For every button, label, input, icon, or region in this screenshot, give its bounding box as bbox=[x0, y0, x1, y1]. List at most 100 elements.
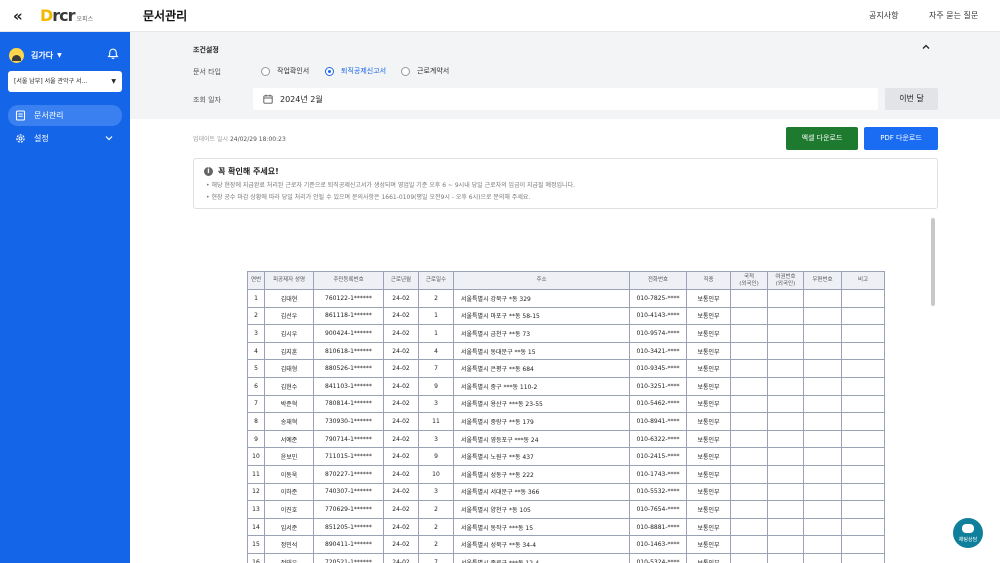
table-cell: 10 bbox=[418, 464, 454, 484]
user-menu[interactable]: 김가다 ▼ bbox=[9, 47, 119, 63]
bell-icon[interactable] bbox=[107, 48, 119, 60]
pdf-download-button[interactable]: PDF 다운로드 bbox=[864, 127, 938, 150]
notice-line: • 해당 현장에 지급완료 처리된 근로자 기준으로 퇴직공제신고서가 생성되며… bbox=[206, 182, 575, 189]
table-cell bbox=[767, 464, 804, 484]
radio-label: 작업확인서 bbox=[277, 67, 310, 75]
table-cell: 이동욱 bbox=[264, 464, 314, 484]
table-cell: 730930-1****** bbox=[313, 412, 384, 431]
table-cell bbox=[730, 341, 768, 361]
table-cell: 12 bbox=[247, 482, 265, 502]
table-row: 1 김대현 760122-1****** 24-02 2 서울특별시 강북구 *동 329… bbox=[247, 289, 885, 308]
table-cell: 김지훈 bbox=[264, 341, 314, 361]
table-cell: 24-02 bbox=[383, 341, 419, 361]
page-title: 문서관리 bbox=[143, 9, 188, 23]
table-cell: 890411-1****** bbox=[313, 535, 384, 554]
table-cell: 24-02 bbox=[383, 359, 419, 378]
excel-download-button[interactable]: 엑셀 다운로드 bbox=[786, 127, 858, 150]
table-cell: 810618-1****** bbox=[313, 341, 384, 361]
table-cell bbox=[841, 552, 885, 563]
chevron-up-icon[interactable] bbox=[921, 43, 931, 51]
table-cell: 010-6322-**** bbox=[629, 429, 687, 449]
table-cell: 010-7654-**** bbox=[629, 500, 687, 519]
table-cell: 24-02 bbox=[383, 535, 419, 554]
condition-title: 조건설정 bbox=[193, 46, 219, 54]
table-cell: 7 bbox=[247, 394, 265, 414]
column-header: 전화번호 bbox=[629, 271, 687, 290]
table-cell: 24-02 bbox=[383, 324, 419, 343]
table-row: 4 김지훈 810618-1****** 24-02 4 서울특별시 동대문구 **동 1… bbox=[247, 341, 885, 361]
retirement-report-table: 연번 피공제자 성명 주민등록번호 근로년월 근로일수 주소 전화번호 직종 국적 (외국인) 여… bbox=[247, 271, 885, 563]
table-cell bbox=[841, 447, 885, 466]
table-cell bbox=[803, 500, 842, 519]
logo-mark: D bbox=[40, 6, 53, 25]
table-cell: 서울특별시 중랑구 **동 179 bbox=[453, 412, 630, 431]
table-cell: 010-3251-**** bbox=[629, 376, 687, 396]
table-cell bbox=[803, 447, 842, 466]
table-cell: 서울특별시 중구 ***동 110-2 bbox=[453, 376, 630, 396]
column-header: 연번 bbox=[247, 271, 265, 290]
updated-at: 업데이트 일시 24/02/29 18:00:23 bbox=[193, 134, 286, 143]
this-month-button[interactable]: 이번 달 bbox=[885, 88, 938, 110]
table-cell: 보통인부 bbox=[686, 324, 731, 343]
table-cell: 2 bbox=[418, 289, 454, 308]
sidebar: 김가다 ▼ [서울 남부] 서울 관악구 서... ▼ 문서관리 설정 bbox=[0, 32, 130, 563]
table-cell bbox=[730, 517, 768, 537]
table-cell bbox=[730, 324, 768, 343]
period-label: 조회 일자 bbox=[193, 96, 221, 104]
table-cell: 5 bbox=[247, 359, 265, 378]
table-cell bbox=[803, 376, 842, 396]
table-cell bbox=[803, 394, 842, 414]
table-cell: 서울특별시 용산구 ***동 23-55 bbox=[453, 394, 630, 414]
radio-retirement-report[interactable]: 퇴직공제신고서 bbox=[325, 66, 386, 76]
table-cell bbox=[803, 429, 842, 449]
table-cell: 24-02 bbox=[383, 306, 419, 326]
table-cell bbox=[767, 552, 804, 563]
table-cell: 870227-1****** bbox=[313, 464, 384, 484]
gear-icon bbox=[16, 134, 25, 143]
table-cell bbox=[841, 359, 885, 378]
column-header: 여권번호 (외국인) bbox=[767, 271, 804, 290]
table-cell: 김선우 bbox=[264, 306, 314, 326]
table-cell: 24-02 bbox=[383, 464, 419, 484]
table-cell: 880526-1****** bbox=[313, 359, 384, 378]
column-header: 근로일수 bbox=[418, 271, 454, 290]
radio-label: 퇴직공제신고서 bbox=[341, 67, 387, 75]
table-cell: 790714-1****** bbox=[313, 429, 384, 449]
period-picker[interactable]: 2024년 2월 bbox=[253, 88, 878, 110]
radio-work-confirmation[interactable]: 작업확인서 bbox=[261, 66, 309, 76]
table-cell bbox=[767, 359, 804, 378]
table-cell: 보통인부 bbox=[686, 394, 731, 414]
table-cell: 24-02 bbox=[383, 394, 419, 414]
site-select[interactable]: [서울 남부] 서울 관악구 서... ▼ bbox=[8, 71, 122, 92]
sidebar-item-documents[interactable]: 문서관리 bbox=[8, 105, 122, 126]
radio-dot bbox=[401, 66, 410, 76]
radio-label: 근로계약서 bbox=[417, 67, 450, 75]
table-cell bbox=[803, 464, 842, 484]
caret-down-icon: ▼ bbox=[57, 51, 62, 59]
table-cell: 정민석 bbox=[264, 535, 314, 554]
table-cell bbox=[841, 341, 885, 361]
table-cell bbox=[841, 517, 885, 537]
table-cell bbox=[841, 306, 885, 326]
preview-scrollbar[interactable] bbox=[931, 218, 935, 306]
faq-link[interactable]: 자주 묻는 질문 bbox=[929, 10, 978, 21]
table-cell: 2 bbox=[418, 517, 454, 537]
table-cell: 서울특별시 금천구 **동 73 bbox=[453, 324, 630, 343]
period-value: 2024년 2월 bbox=[280, 94, 323, 104]
chat-support-button[interactable]: 채팅상담 bbox=[953, 518, 983, 548]
table-cell bbox=[841, 464, 885, 484]
logo-sub: 오피스 bbox=[76, 16, 94, 23]
top-header: « Drcr 오피스 문서관리 공지사항 자주 묻는 질문 bbox=[0, 0, 1000, 32]
radio-employment-contract[interactable]: 근로계약서 bbox=[401, 66, 449, 76]
table-cell bbox=[730, 464, 768, 484]
info-icon: i bbox=[204, 167, 213, 176]
collapse-sidebar-icon[interactable]: « bbox=[13, 6, 29, 26]
table-cell bbox=[767, 429, 804, 449]
notice-title: i 꼭 확인해 주세요! bbox=[204, 166, 279, 177]
sidebar-item-settings[interactable]: 설정 bbox=[8, 128, 122, 149]
site-select-value: [서울 남부] 서울 관악구 서... bbox=[14, 78, 88, 85]
logo[interactable]: Drcr 오피스 bbox=[40, 7, 93, 25]
table-cell bbox=[730, 552, 768, 563]
table-row: 13 이진호 770629-1****** 24-02 2 서울특별시 양천구 *동 10… bbox=[247, 500, 885, 519]
notice-link[interactable]: 공지사항 bbox=[869, 10, 898, 21]
